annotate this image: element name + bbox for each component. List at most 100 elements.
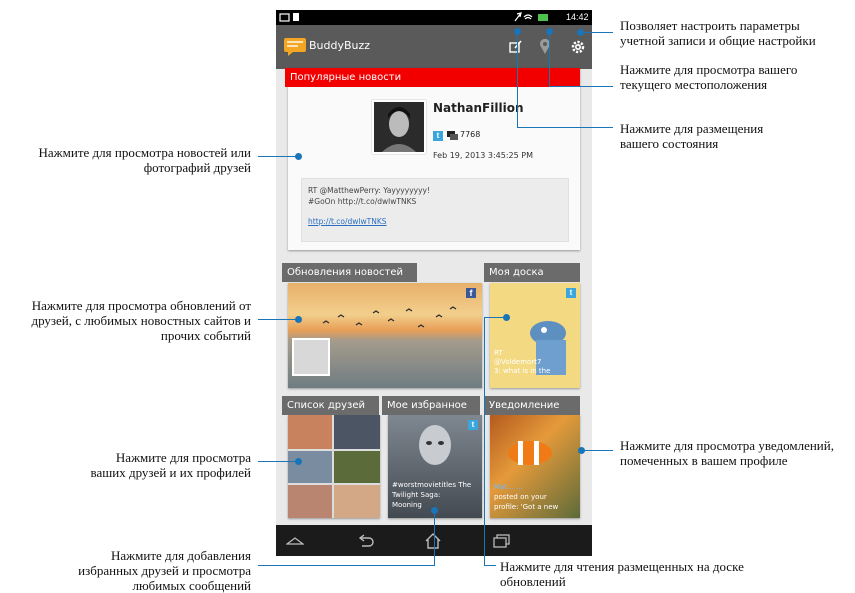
friends-list-header: Список друзей (282, 396, 379, 415)
facebook-icon: f (466, 288, 476, 298)
tweet-link[interactable]: http://t.co/dwlwTNKS (308, 217, 387, 226)
callout-line (581, 450, 613, 451)
notification-icons (279, 13, 299, 22)
callout-dot (503, 314, 510, 321)
settings-gear-icon[interactable] (571, 40, 585, 54)
callout-line (434, 510, 435, 565)
status-icons (514, 12, 548, 22)
callout-line (517, 127, 613, 128)
annotation-updates: Нажмите для просмотра обновлений от друз… (31, 298, 251, 343)
annotation-notifications: Нажмите для просмотра уведомлений, помеч… (620, 438, 834, 468)
app-title: BuddyBuzz (309, 39, 371, 52)
friend-photo (288, 415, 332, 449)
birds-graphic (322, 306, 457, 328)
callout-dot (578, 447, 585, 454)
annotation-line: помеченных в вашем профиле (620, 453, 788, 468)
annotation-line: учетной записи и общие настройки (620, 33, 816, 48)
status-bar: 14:42 (276, 10, 592, 25)
friend-photo (334, 415, 380, 449)
compose-icon[interactable] (509, 40, 523, 54)
user-name: NathanFillion (433, 101, 524, 115)
favorite-caption-2: Twilight Saga: (392, 491, 441, 499)
annotation-location: Нажмите для просмотра вашего текущего ме… (620, 62, 797, 92)
tweet-line-1: RT @MatthewPerry: Yayyyyyyyy! (308, 186, 430, 195)
wall-caption-2: @Voldemort7 (494, 358, 542, 366)
recent-apps-icon[interactable] (493, 534, 511, 548)
annotation-line: обновлений (500, 574, 566, 589)
callout-dot (577, 29, 584, 36)
annotation-line: Нажмите для просмотра новостей или (38, 145, 251, 160)
annotation-line: вашего состояния (620, 136, 719, 151)
notif-caption-3: profile: 'Got a new (494, 503, 559, 511)
annotation-line: прочих событий (160, 328, 251, 343)
callout-line (258, 156, 298, 157)
news-updates-tile[interactable]: f (288, 283, 482, 388)
back-icon[interactable] (356, 534, 374, 548)
favorites-header: Мое избранное (382, 396, 480, 415)
callout-line (549, 31, 550, 86)
popular-news-header: Популярные новости (285, 68, 580, 87)
annotation-line: Нажмите для просмотра вашего (620, 62, 798, 77)
annotation-friends-profiles: Нажмите для просмотра ваших друзей и их … (91, 450, 251, 480)
notif-caption-2: posted on your (494, 493, 547, 501)
wall-caption-1: RT (494, 349, 503, 357)
callout-dot (431, 507, 438, 514)
favorites-tile[interactable]: t #worstmovietitles The Twilight Saga: M… (388, 415, 482, 518)
status-time: 14:42 (566, 12, 589, 22)
my-wall-tile[interactable]: RT @Voldemort7 3: what is in the t (490, 283, 580, 388)
annotation-line: текущего местоположения (620, 77, 768, 92)
callout-line (580, 32, 613, 33)
friend-photo (288, 451, 332, 483)
annotation-settings: Позволяет настроить параметры учетной за… (620, 18, 816, 48)
tweet-box[interactable]: RT @MatthewPerry: Yayyyyyyyy! #GoOn http… (301, 178, 569, 242)
wall-caption-3: 3: what is in the (494, 367, 551, 375)
favorite-caption-1: #worstmovietitles The (392, 481, 472, 489)
tweet-line-2: #GoOn http://t.co/dwlwTNKS (308, 197, 417, 206)
annotation-wall: Нажмите для чтения размещенных на доске … (500, 559, 744, 589)
callout-line (484, 565, 496, 566)
callout-line (549, 86, 613, 87)
annotation-status: Нажмите для размещения вашего состояния (620, 121, 763, 151)
callout-line (258, 565, 435, 566)
annotation-line: Нажмите для чтения размещенных на доске (500, 559, 744, 574)
callout-dot (295, 458, 302, 465)
buddybuzz-logo-icon (284, 38, 306, 56)
notifications-header: Уведомление (484, 396, 580, 415)
annotation-friends-news: Нажмите для просмотра новостей или фотог… (39, 145, 251, 175)
callout-dot (514, 28, 521, 35)
collapse-icon[interactable] (286, 535, 304, 547)
notif-caption-1: Mat... ... (494, 483, 523, 491)
clownfish-graphic (508, 441, 552, 465)
callout-dot (546, 28, 553, 35)
callout-line (258, 461, 298, 462)
annotation-line: Нажмите для просмотра (115, 450, 251, 465)
tweets-count: 7768 (460, 130, 481, 139)
home-icon[interactable] (424, 533, 442, 549)
twitter-icon: t (468, 420, 478, 430)
annotation-line: фотографий друзей (143, 160, 251, 175)
annotation-favorites: Нажмите для добавления избранных друзей … (78, 548, 251, 593)
annotation-line: Нажмите для просмотра уведомлений, (620, 438, 834, 453)
annotation-line: Нажмите для размещения (620, 121, 764, 136)
friend-photo (334, 485, 380, 518)
annotation-line: Нажмите для просмотра обновлений от (31, 298, 251, 313)
post-date: Feb 19, 2013 3:45:25 PM (433, 151, 533, 160)
avatar (372, 100, 426, 154)
popular-news-card[interactable]: Популярные новости NathanFillion t 7768 … (285, 68, 580, 250)
phone-screen: 14:42 BuddyBuzz Популярные новости Natha… (276, 10, 592, 556)
annotation-line: избранных друзей и просмотра (78, 563, 251, 578)
annotation-line: ваших друзей и их профилей (90, 465, 251, 480)
callout-line (258, 319, 298, 320)
annotation-line: Нажмите для добавления (111, 548, 251, 563)
friend-photo (334, 451, 380, 483)
twitter-icon: t (566, 288, 576, 298)
annotation-line: Позволяет настроить параметры (620, 18, 800, 33)
friends-list-tile[interactable] (288, 415, 380, 518)
twitter-icon: t (433, 131, 443, 141)
favorite-caption-3: Mooning (392, 501, 422, 509)
callout-dot (295, 316, 302, 323)
friend-photo (288, 485, 332, 518)
callout-line (517, 31, 518, 127)
face-graphic (419, 425, 451, 465)
notifications-tile[interactable]: Mat... ... posted on your profile: 'Got … (490, 415, 580, 518)
